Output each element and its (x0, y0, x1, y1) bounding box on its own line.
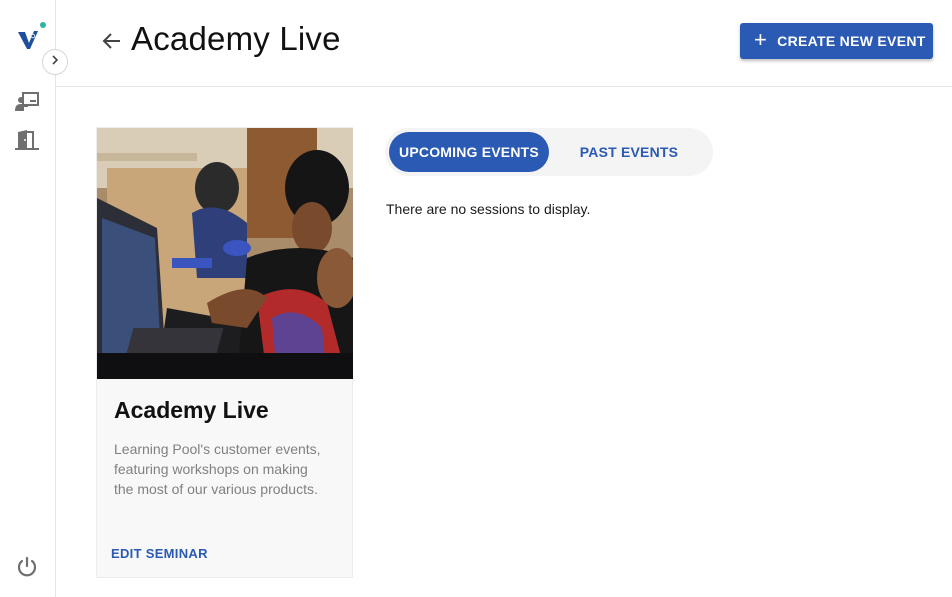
seminar-cover-image (97, 128, 353, 379)
seminar-description-line: Learning Pool's customer events, (114, 441, 321, 457)
tab-upcoming-events[interactable]: UPCOMING EVENTS (389, 132, 549, 172)
page-header: Academy Live + CREATE NEW EVENT (56, 0, 952, 87)
presenter-icon (15, 91, 39, 113)
create-new-event-label: CREATE NEW EVENT (777, 33, 926, 49)
brand-logo[interactable] (16, 22, 46, 52)
seminar-description-line: the most of our various products. (114, 481, 318, 497)
empty-sessions-message: There are no sessions to display. (386, 201, 591, 217)
edit-seminar-link[interactable]: EDIT SEMINAR (111, 546, 208, 561)
seminar-description: Learning Pool's customer events, featuri… (114, 439, 339, 499)
logout-button[interactable] (14, 554, 40, 580)
page-title: Academy Live (131, 20, 341, 57)
sidebar-item-rooms[interactable] (14, 127, 40, 153)
sidebar-expand-button[interactable] (42, 49, 68, 75)
seminar-description-line: featuring workshops on making (114, 461, 308, 477)
plus-icon: + (754, 27, 768, 52)
chevron-right-icon (49, 53, 61, 71)
sidebar-item-presenter[interactable] (14, 89, 40, 115)
back-button[interactable] (100, 29, 124, 53)
seminar-title: Academy Live (114, 397, 269, 423)
seminar-card: Academy Live Learning Pool's customer ev… (96, 127, 353, 578)
tab-past-events[interactable]: PAST EVENTS (553, 132, 705, 172)
door-exit-icon (15, 129, 39, 151)
sidebar (0, 0, 68, 597)
power-icon (16, 556, 38, 578)
arrow-left-icon (100, 33, 124, 57)
events-tabs: UPCOMING EVENTS PAST EVENTS (385, 128, 713, 176)
create-new-event-button[interactable]: + CREATE NEW EVENT (740, 23, 933, 59)
